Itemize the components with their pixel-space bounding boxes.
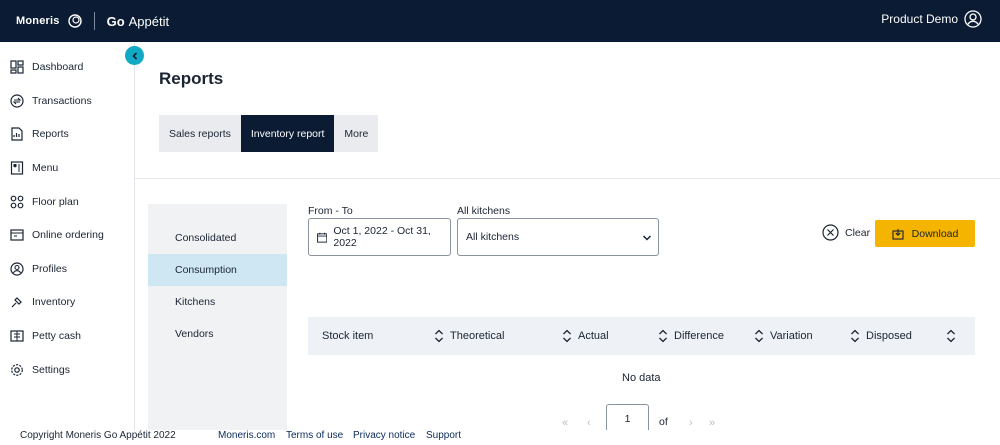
transactions-icon <box>10 94 24 108</box>
sidebar-item-label: Settings <box>32 364 70 376</box>
sidebar-item-label: Transactions <box>32 95 92 107</box>
subnav-item-kitchens[interactable]: Kitchens <box>148 286 287 318</box>
user-avatar-icon <box>964 10 982 28</box>
empty-table-message: No data <box>622 372 661 384</box>
petty-cash-icon <box>10 330 24 342</box>
first-page-icon[interactable]: « <box>562 417 568 429</box>
calendar-icon <box>317 232 328 243</box>
app-logo[interactable]: Moneris Go Appétit <box>16 9 169 33</box>
sidebar-item-transactions[interactable]: Transactions <box>0 86 134 116</box>
sidebar-item-reports[interactable]: Reports <box>0 119 134 149</box>
footer-link-support[interactable]: Support <box>426 430 461 441</box>
kitchen-select[interactable]: All kitchens <box>457 218 659 256</box>
footer-link-moneris[interactable]: Moneris.com <box>218 430 275 441</box>
download-icon <box>892 228 904 240</box>
profiles-icon <box>10 262 24 276</box>
column-header-disposed[interactable]: Disposed <box>866 317 912 355</box>
column-header-difference[interactable]: Difference <box>674 317 724 355</box>
sidebar-item-label: Inventory <box>32 296 76 308</box>
sidebar-item-inventory[interactable]: Inventory <box>0 287 134 317</box>
logo-divider <box>93 12 95 30</box>
sidebar-item-label: Online ordering <box>32 229 104 241</box>
top-bar: Moneris Go Appétit Product Demo <box>0 0 1000 42</box>
sidebar: Dashboard Transactions Reports Menu Floo… <box>0 42 135 430</box>
column-header-actual[interactable]: Actual <box>578 317 609 355</box>
date-range-value: Oct 1, 2022 - Oct 31, 2022 <box>333 225 431 249</box>
sidebar-item-dashboard[interactable]: Dashboard <box>0 52 134 82</box>
footer-link-terms[interactable]: Terms of use <box>286 430 343 441</box>
sort-icon[interactable] <box>562 329 572 343</box>
divider <box>135 178 1000 179</box>
sidebar-item-label: Reports <box>32 128 69 140</box>
sidebar-item-label: Menu <box>32 162 59 174</box>
sort-icon[interactable] <box>658 329 668 343</box>
date-range-label: From - To <box>308 205 353 217</box>
tab-sales-reports[interactable]: Sales reports <box>159 115 241 152</box>
sidebar-item-label: Floor plan <box>32 196 79 208</box>
footer: Copyright Moneris Go Appétit 2022 Moneri… <box>0 430 1000 445</box>
floor-plan-icon <box>10 195 24 209</box>
footer-copyright: Copyright Moneris Go Appétit 2022 <box>20 430 176 441</box>
moneris-logo-text: Moneris <box>16 15 60 27</box>
download-button[interactable]: Download <box>875 220 975 247</box>
footer-link-privacy[interactable]: Privacy notice <box>353 430 415 441</box>
column-header-theoretical[interactable]: Theoretical <box>450 317 504 355</box>
column-header-stock-item[interactable]: Stock item <box>322 317 373 355</box>
dashboard-icon <box>10 60 24 74</box>
moneris-swirl-icon <box>67 14 82 28</box>
kitchen-select-value: All kitchens <box>466 231 520 243</box>
download-label: Download <box>911 227 959 240</box>
date-range-input[interactable]: Oct 1, 2022 - Oct 31, 2022 <box>308 218 451 256</box>
sidebar-item-profiles[interactable]: Profiles <box>0 254 134 284</box>
clear-label: Clear <box>845 226 871 239</box>
previous-page-icon[interactable]: ‹ <box>587 417 591 429</box>
sort-icon[interactable] <box>754 329 764 343</box>
report-tabs: Sales reports Inventory report More <box>159 115 379 152</box>
appetit-logo-text: Appétit <box>128 13 170 29</box>
sidebar-item-label: Petty cash <box>32 330 82 342</box>
next-page-icon[interactable]: › <box>689 417 693 429</box>
menu-icon <box>10 161 24 175</box>
chevron-down-icon <box>642 235 652 241</box>
subnav-item-consumption[interactable]: Consumption <box>148 254 287 286</box>
user-menu[interactable]: Product Demo <box>881 10 982 28</box>
tab-more[interactable]: More <box>334 115 379 152</box>
subnav-item-consolidated[interactable]: Consolidated <box>148 222 287 254</box>
clear-filters-button[interactable]: Clear <box>822 224 870 241</box>
table-header: Stock item Theoretical Actual Difference… <box>308 317 975 355</box>
main-content: Reports Sales reports Inventory report M… <box>135 42 1000 440</box>
go-logo-text: Go <box>106 13 125 29</box>
last-page-icon[interactable]: » <box>709 417 715 429</box>
sidebar-item-online-ordering[interactable]: Online ordering <box>0 220 134 250</box>
tab-inventory-report[interactable]: Inventory report <box>240 115 335 152</box>
online-ordering-icon <box>10 229 24 241</box>
sidebar-item-floor-plan[interactable]: Floor plan <box>0 187 134 217</box>
sidebar-item-petty-cash[interactable]: Petty cash <box>0 321 134 351</box>
report-subnav: Consolidated Consumption Kitchens Vendor… <box>148 204 287 430</box>
page-title: Reports <box>159 69 224 88</box>
sidebar-item-label: Dashboard <box>32 61 84 73</box>
reports-icon <box>11 127 23 141</box>
sidebar-item-menu[interactable]: Menu <box>0 153 134 183</box>
sort-icon[interactable] <box>850 329 860 343</box>
subnav-item-vendors[interactable]: Vendors <box>148 318 287 350</box>
column-header-variation[interactable]: Variation <box>770 317 813 355</box>
kitchen-filter-label: All kitchens <box>457 205 511 217</box>
sort-icon[interactable] <box>946 329 956 343</box>
inventory-icon <box>11 297 22 308</box>
settings-icon <box>11 364 23 376</box>
close-circle-icon <box>822 224 839 241</box>
sidebar-item-settings[interactable]: Settings <box>0 355 134 385</box>
sort-icon[interactable] <box>434 329 444 343</box>
sidebar-item-label: Profiles <box>32 263 68 275</box>
user-name: Product Demo <box>881 12 958 26</box>
